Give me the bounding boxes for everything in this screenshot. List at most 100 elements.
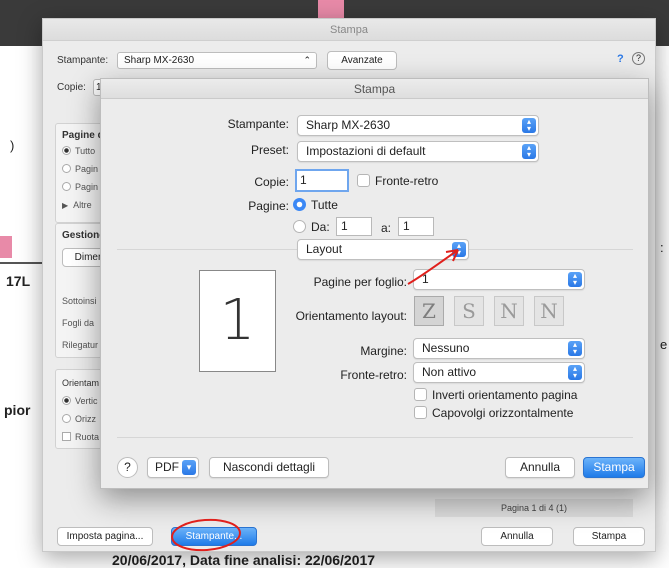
chevron-up-down-icon: ▴ ▾ bbox=[522, 118, 536, 133]
outer-advanced-button[interactable]: Avanzate bbox=[327, 51, 397, 70]
outer-misc-label: Rilegatur bbox=[62, 340, 99, 350]
radio-icon bbox=[62, 146, 71, 155]
annotation-circle-shape bbox=[171, 518, 241, 552]
pages-from-label: Da: bbox=[311, 220, 330, 234]
pages-to-field[interactable]: 1 bbox=[398, 217, 434, 236]
checkbox-icon bbox=[414, 388, 427, 401]
outer-pages-title: Pagine d bbox=[62, 130, 104, 141]
outer-pages-option[interactable]: Pagin bbox=[62, 164, 98, 174]
border-select[interactable]: Nessuno ▴ ▾ bbox=[413, 338, 585, 359]
document-text-fragment: : bbox=[660, 240, 664, 255]
border-label: Margine: bbox=[360, 344, 407, 358]
document-text-fragment: 17L bbox=[6, 273, 31, 289]
print-button[interactable]: Stampa bbox=[583, 457, 645, 478]
outer-orientation-option[interactable]: Ruota bbox=[62, 432, 99, 442]
pdf-menu-button[interactable]: PDF ▾ bbox=[147, 457, 199, 478]
document-highlight-mark bbox=[0, 236, 12, 258]
preset-select[interactable]: Impostazioni di default ▴ ▾ bbox=[297, 141, 539, 162]
inner-print-dialog: Stampa Stampante: Sharp MX-2630 ▴ ▾ Prese… bbox=[100, 78, 649, 489]
layout-direction-label: Orientamento layout: bbox=[295, 309, 407, 323]
pages-range-radio[interactable]: Da: bbox=[293, 220, 330, 234]
radio-icon bbox=[62, 182, 71, 191]
outer-copies-label: Copie: bbox=[57, 82, 86, 93]
preset-label: Preset: bbox=[250, 143, 289, 157]
help-icon[interactable]: ? bbox=[632, 52, 645, 65]
two-sided-value: Non attivo bbox=[422, 365, 477, 379]
two-sided-label: Fronte-retro: bbox=[340, 368, 407, 382]
preset-value: Impostazioni di default bbox=[306, 144, 426, 158]
pages-label: Pagine: bbox=[248, 199, 289, 213]
radio-icon bbox=[62, 396, 71, 405]
document-rule bbox=[0, 262, 44, 264]
layout-direction-n-button[interactable]: N bbox=[494, 296, 524, 326]
copies-field[interactable]: 1 bbox=[295, 169, 349, 192]
document-text-fragment: e bbox=[660, 337, 668, 352]
outer-print-button[interactable]: Stampa bbox=[573, 527, 645, 546]
outer-orientation-title: Orientam bbox=[62, 378, 100, 388]
outer-manage-title: Gestione bbox=[62, 230, 105, 241]
pages-all-radio[interactable]: Tutte bbox=[293, 198, 338, 212]
reverse-orientation-label: Inverti orientamento pagina bbox=[432, 388, 578, 402]
flip-horizontal-checkbox[interactable]: Capovolgi orizzontalmente bbox=[414, 406, 573, 420]
reverse-orientation-checkbox[interactable]: Inverti orientamento pagina bbox=[414, 388, 577, 402]
pages-from-field[interactable]: 1 bbox=[336, 217, 372, 236]
pdf-label: PDF bbox=[155, 460, 179, 474]
copies-label: Copie: bbox=[254, 175, 289, 189]
chevron-up-down-icon: ⌃ bbox=[303, 55, 311, 65]
pages-all-label: Tutte bbox=[311, 198, 338, 212]
annotation-arrow bbox=[407, 249, 459, 285]
checkbox-icon bbox=[414, 406, 427, 419]
outer-misc-label: Fogli da bbox=[62, 318, 95, 328]
two-sided-select[interactable]: Non attivo ▴ ▾ bbox=[413, 362, 585, 383]
radio-icon bbox=[62, 414, 71, 423]
section-value: Layout bbox=[306, 242, 343, 256]
outer-page-setup-button[interactable]: Imposta pagina... bbox=[57, 527, 153, 546]
layout-direction-n-reverse-button[interactable]: N bbox=[534, 296, 564, 326]
outer-printer-select[interactable]: Sharp MX-2630 ⌃ bbox=[117, 52, 317, 69]
radio-icon bbox=[293, 220, 306, 233]
annotation-circle bbox=[171, 518, 241, 552]
separator bbox=[117, 437, 633, 438]
outer-orientation-option[interactable]: Vertic bbox=[62, 396, 98, 406]
outer-printer-value: Sharp MX-2630 bbox=[124, 55, 195, 66]
pages-to-label: a: bbox=[381, 221, 392, 235]
printer-value: Sharp MX-2630 bbox=[306, 118, 391, 132]
outer-cancel-button[interactable]: Annulla bbox=[481, 527, 553, 546]
outer-pages-option[interactable]: Pagin bbox=[62, 182, 98, 192]
chevron-up-down-icon: ▴ ▾ bbox=[568, 341, 582, 356]
outer-misc-label: Sottoinsi bbox=[62, 296, 97, 306]
annotation-arrow-head bbox=[445, 249, 459, 262]
chevron-down-icon: ▾ bbox=[182, 460, 196, 475]
disclosure-triangle-icon: ▶ bbox=[62, 201, 69, 210]
radio-icon bbox=[62, 164, 71, 173]
document-text-fragment: pior bbox=[4, 402, 31, 418]
duplex-label: Fronte-retro bbox=[375, 174, 439, 188]
layout-direction-s-button[interactable]: S bbox=[454, 296, 484, 326]
info-icon[interactable]: ? bbox=[617, 53, 624, 65]
duplex-checkbox[interactable]: Fronte-retro bbox=[357, 174, 438, 188]
radio-selected-icon bbox=[293, 198, 306, 211]
outer-pages-option[interactable]: ▶ Altre bbox=[62, 200, 92, 210]
layout-direction-z-button[interactable]: Z bbox=[414, 296, 444, 326]
cancel-button[interactable]: Annulla bbox=[505, 457, 575, 478]
outer-orientation-option[interactable]: Orizz bbox=[62, 414, 96, 424]
annotation-arrow-line bbox=[407, 249, 459, 285]
help-button[interactable]: ? bbox=[117, 457, 138, 478]
flip-horizontal-label: Capovolgi orizzontalmente bbox=[432, 406, 574, 420]
printer-select[interactable]: Sharp MX-2630 ▴ ▾ bbox=[297, 115, 539, 136]
checkbox-icon bbox=[62, 432, 71, 441]
inner-dialog-title: Stampa bbox=[101, 79, 648, 99]
chevron-up-down-icon: ▴ ▾ bbox=[568, 272, 582, 287]
checkbox-icon bbox=[357, 174, 370, 187]
pages-per-sheet-label: Pagine per foglio: bbox=[313, 275, 407, 289]
printer-label: Stampante: bbox=[227, 117, 289, 131]
chevron-up-down-icon: ▴ ▾ bbox=[522, 144, 536, 159]
document-text-fragment: ) bbox=[10, 138, 15, 153]
page-preview: 1 bbox=[199, 270, 276, 372]
chevron-up-down-icon: ▴ ▾ bbox=[568, 365, 582, 380]
outer-page-counter: Pagina 1 di 4 (1) bbox=[435, 499, 633, 517]
outer-pages-option[interactable]: Tutto bbox=[62, 146, 95, 156]
outer-dialog-title: Stampa bbox=[43, 19, 655, 41]
hide-details-button[interactable]: Nascondi dettagli bbox=[209, 457, 329, 478]
outer-printer-label: Stampante: bbox=[57, 55, 109, 66]
